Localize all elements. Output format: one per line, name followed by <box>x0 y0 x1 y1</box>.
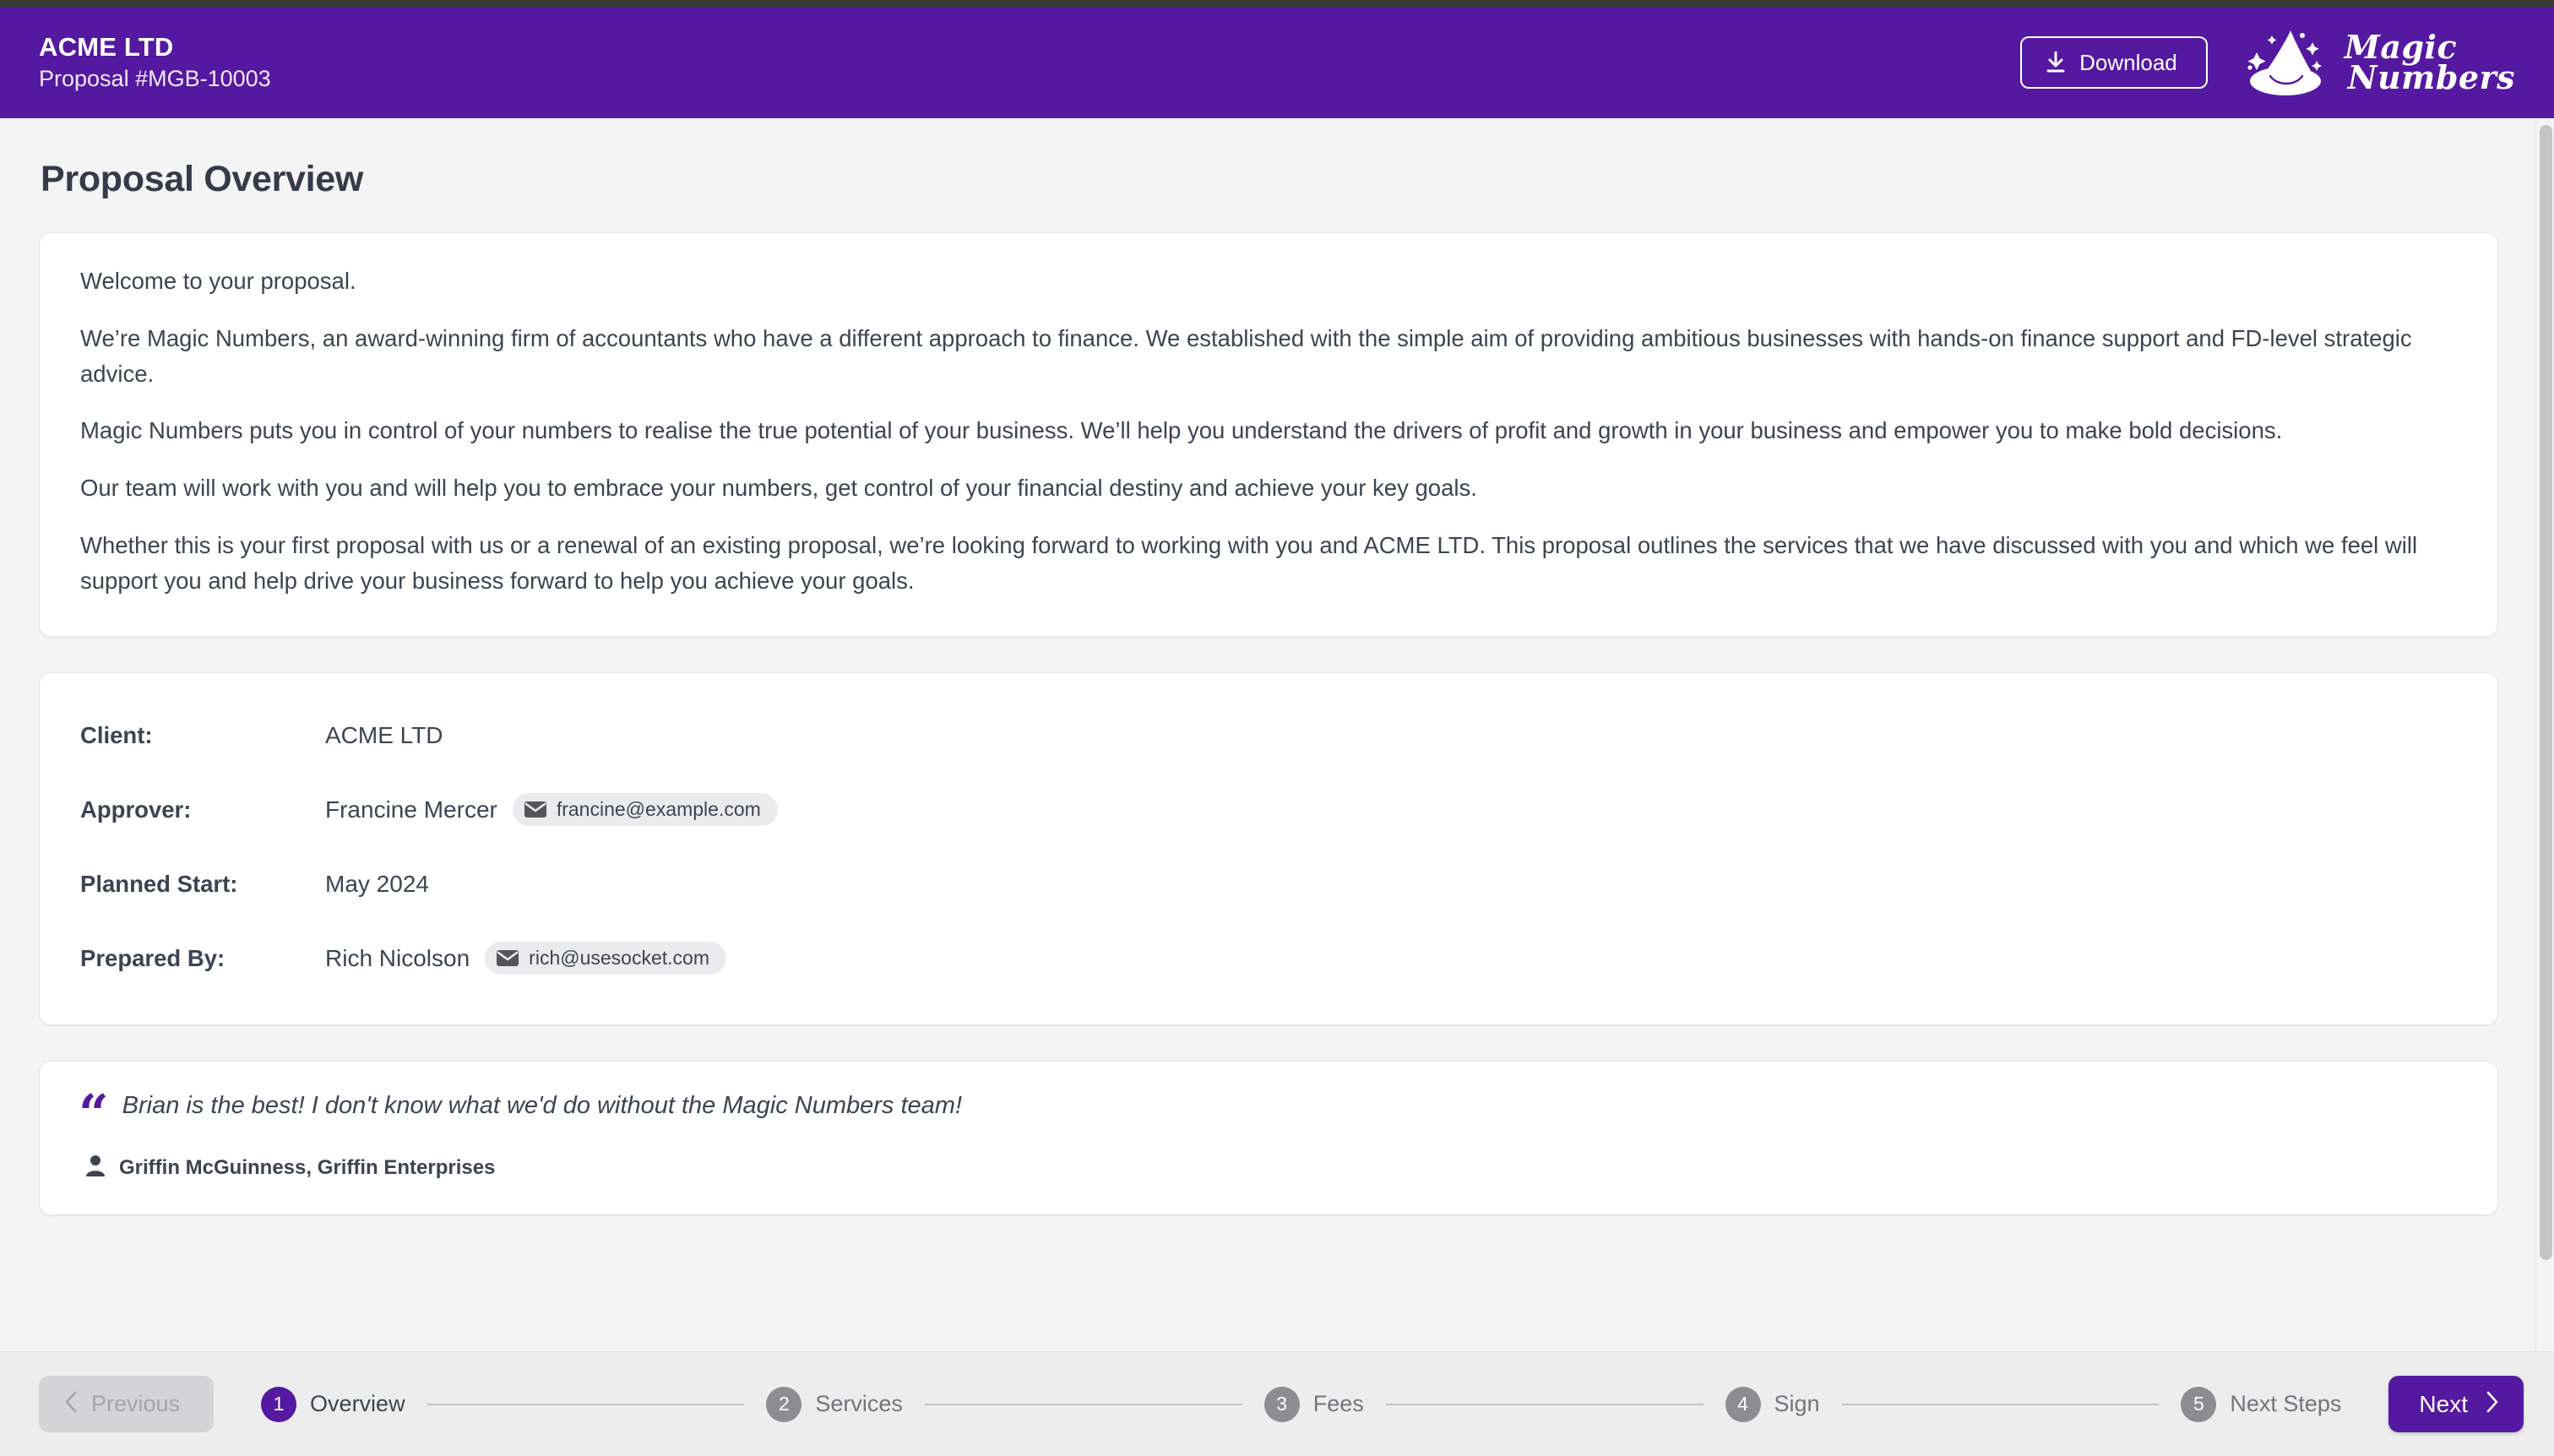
step-number: 4 <box>1725 1386 1761 1422</box>
page-body: Proposal Overview Welcome to your propos… <box>0 118 2537 1456</box>
detail-value-text: May 2024 <box>325 870 429 897</box>
brand-word-line2: Numbers <box>2347 58 2515 96</box>
next-button-label: Next <box>2419 1390 2468 1417</box>
step-number: 1 <box>261 1386 297 1422</box>
detail-row: Client: ACME LTD <box>80 698 2457 773</box>
download-icon <box>2046 52 2066 73</box>
intro-paragraph: Whether this is your first proposal with… <box>80 531 2418 594</box>
download-button-label: Download <box>2079 50 2177 75</box>
testimonial-card: “ Brian is the best! I don't know what w… <box>39 1060 2498 1216</box>
intro-paragraph: Magic Numbers puts you in control of you… <box>80 417 2283 444</box>
detail-value: Francine Mercer francine@example.com <box>325 793 778 827</box>
client-name: ACME LTD <box>39 32 174 62</box>
detail-value-text: Francine Mercer <box>325 796 497 823</box>
detail-label: Approver: <box>80 796 192 823</box>
stepper-step-overview[interactable]: 1 Overview <box>261 1386 405 1422</box>
intro-card: Welcome to your proposal. We’re Magic Nu… <box>39 232 2498 637</box>
detail-value: ACME LTD <box>325 722 443 749</box>
email-chip-label: rich@usesocket.com <box>529 947 709 970</box>
testimonial-author-name: Griffin McGuinness, Griffin Enterprises <box>119 1155 496 1179</box>
email-chip[interactable]: francine@example.com <box>512 793 778 827</box>
detail-row: Approver: Francine Mercer francine@examp… <box>80 773 2457 847</box>
step-connector <box>924 1403 1242 1405</box>
chevron-right-icon <box>2485 1391 2498 1417</box>
intro-paragraph: Our team will work with you and will hel… <box>80 475 1477 502</box>
testimonial-author: Griffin McGuinness, Griffin Enterprises <box>85 1154 2457 1181</box>
person-icon <box>85 1154 106 1181</box>
chevron-left-icon <box>64 1391 78 1417</box>
wizard-footer: Previous 1 Overview 2 Services 3 Fees 4 … <box>0 1351 2554 1456</box>
step-label: Overview <box>310 1391 405 1416</box>
step-label: Next Steps <box>2230 1391 2342 1416</box>
step-connector <box>1385 1403 1704 1405</box>
step-label: Sign <box>1774 1391 1820 1416</box>
stepper-step-fees[interactable]: 3 Fees <box>1263 1386 1364 1422</box>
page-title: Proposal Overview <box>41 159 364 199</box>
header-actions: Download Magic Numbers <box>2020 24 2524 101</box>
step-number: 5 <box>2181 1386 2217 1422</box>
wizard-hat-icon <box>2236 24 2336 101</box>
stepper-step-next-steps[interactable]: 5 Next Steps <box>2181 1386 2342 1422</box>
step-connector <box>427 1403 745 1405</box>
step-label: Fees <box>1312 1391 1364 1416</box>
proposal-number: Proposal #MGB-10003 <box>39 66 271 92</box>
step-connector <box>1841 1403 2160 1405</box>
intro-paragraph: We’re Magic Numbers, an award-winning fi… <box>80 324 2412 387</box>
detail-label: Prepared By: <box>80 944 226 971</box>
detail-label: Planned Start: <box>80 870 238 897</box>
testimonial-quote: Brian is the best! I don't know what we'… <box>122 1091 963 1119</box>
brand-wordmark: Magic Numbers <box>2345 30 2515 96</box>
brand-logo: Magic Numbers <box>2236 24 2524 101</box>
detail-row: Prepared By: Rich Nicolson rich@usesocke… <box>80 921 2457 996</box>
previous-button[interactable]: Previous <box>39 1376 215 1432</box>
proposal-app: ACME LTD Proposal #MGB-10003 Download Ma… <box>0 0 2554 1456</box>
stepper-step-services[interactable]: 2 Services <box>766 1386 903 1422</box>
scrollbar-thumb[interactable] <box>2540 125 2552 1260</box>
vertical-scrollbar[interactable] <box>2535 118 2554 1351</box>
app-header: ACME LTD Proposal #MGB-10003 Download Ma… <box>0 7 2554 118</box>
detail-value-text: ACME LTD <box>325 721 443 748</box>
email-chip[interactable]: rich@usesocket.com <box>485 942 726 975</box>
envelope-icon <box>497 950 519 967</box>
proposal-details-card: Client: ACME LTD Approver: Francine Merc… <box>39 671 2498 1025</box>
step-number: 3 <box>1263 1386 1300 1422</box>
detail-label: Client: <box>80 721 153 748</box>
window-top-strip <box>0 0 2554 7</box>
detail-value: Rich Nicolson rich@usesocket.com <box>325 942 726 975</box>
header-identity: ACME LTD Proposal #MGB-10003 <box>39 33 271 92</box>
detail-row: Planned Start: May 2024 <box>80 847 2457 921</box>
download-button[interactable]: Download <box>2020 36 2208 89</box>
next-button[interactable]: Next <box>2388 1376 2524 1432</box>
detail-value-text: Rich Nicolson <box>325 944 470 971</box>
envelope-icon <box>524 801 546 818</box>
testimonial-quote-line: “ Brian is the best! I don't know what w… <box>79 1082 2457 1144</box>
progress-stepper: 1 Overview 2 Services 3 Fees 4 Sign 5 Ne <box>261 1386 2342 1422</box>
previous-button-label: Previous <box>91 1391 181 1416</box>
email-chip-label: francine@example.com <box>556 798 761 821</box>
quote-mark-icon: “ <box>79 1082 109 1144</box>
step-number: 2 <box>766 1386 802 1422</box>
intro-paragraph: Welcome to your proposal. <box>80 268 356 294</box>
detail-value: May 2024 <box>325 871 429 898</box>
stepper-step-sign[interactable]: 4 Sign <box>1725 1386 1820 1422</box>
step-label: Services <box>815 1391 903 1416</box>
